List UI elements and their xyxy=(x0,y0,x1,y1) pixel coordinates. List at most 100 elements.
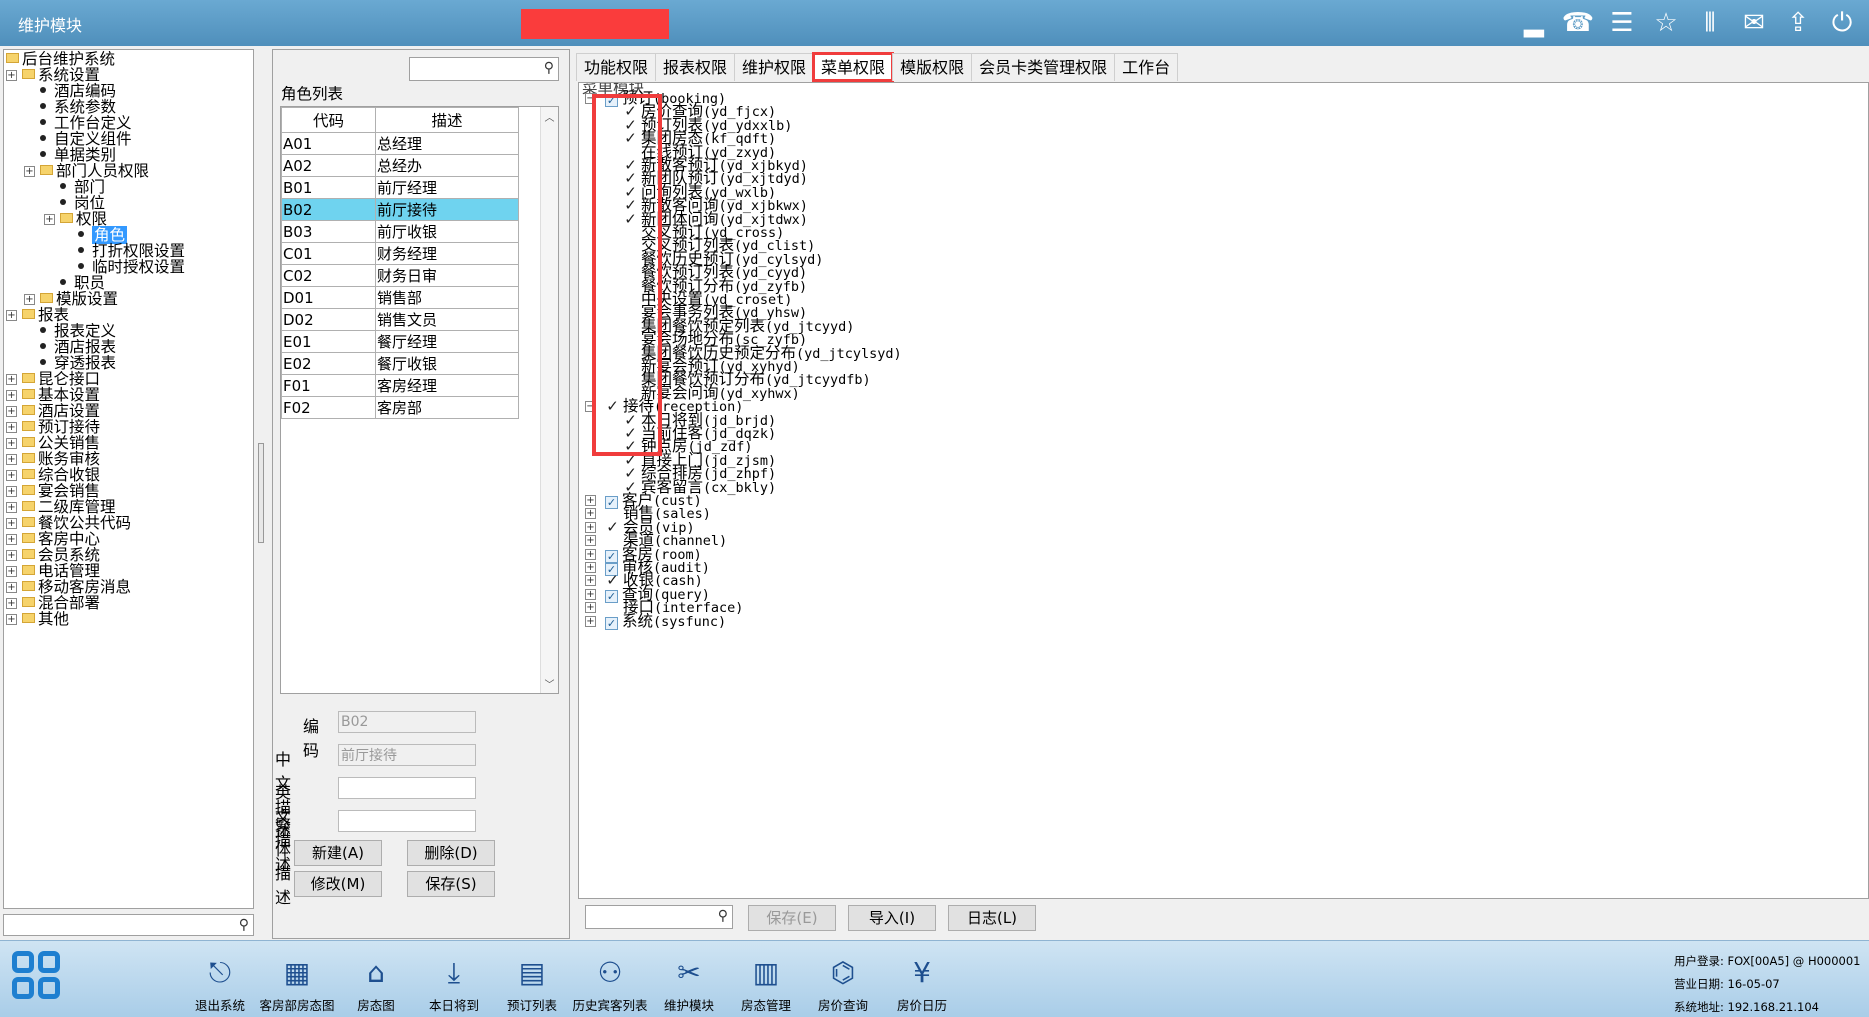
log-button[interactable]: 日志(L) xyxy=(948,905,1036,931)
expand-toggle-icon[interactable]: + xyxy=(585,562,596,573)
cn-desc-field[interactable] xyxy=(338,744,476,766)
taskbar-button[interactable]: ⚇ 历史宾客列表 xyxy=(571,955,649,1014)
tree-item[interactable]: + 餐饮公共代码 xyxy=(6,515,131,531)
tree-item[interactable]: 临时授权设置 xyxy=(78,259,185,275)
tree-item[interactable]: 职员 xyxy=(60,275,105,291)
app-logo[interactable] xyxy=(10,949,66,1009)
expand-toggle-icon[interactable]: + xyxy=(24,166,35,177)
tree-item[interactable]: + 酒店设置 xyxy=(6,403,100,419)
role-desc-cell[interactable]: 总经理 xyxy=(375,132,519,155)
tree-root[interactable]: 后台维护系统 xyxy=(6,51,115,67)
role-code-cell[interactable]: E01 xyxy=(281,330,376,353)
expand-toggle-icon[interactable]: + xyxy=(44,214,55,225)
tree-item[interactable]: + 昆仑接口 xyxy=(6,371,100,387)
tree-item[interactable]: + 报表 xyxy=(6,307,69,323)
tree-item[interactable]: 工作台定义 xyxy=(40,115,132,131)
tree-item[interactable]: + 其他 xyxy=(6,611,69,627)
role-code-cell[interactable]: C02 xyxy=(281,264,376,287)
table-row[interactable]: C01 财务经理 xyxy=(281,242,519,265)
taskbar-button[interactable]: ▦ 客房部房态图 xyxy=(258,955,336,1014)
role-code-cell[interactable]: B03 xyxy=(281,220,376,243)
expand-toggle-icon[interactable]: + xyxy=(585,549,596,560)
table-row[interactable]: B01 前厅经理 xyxy=(281,176,519,199)
tab-4[interactable]: 模版权限 xyxy=(892,53,973,81)
new-button[interactable]: 新建(A) xyxy=(294,840,382,866)
expand-toggle-icon[interactable]: + xyxy=(585,589,596,600)
expand-toggle-icon[interactable]: + xyxy=(6,422,17,433)
tree-save-button[interactable]: 保存(E) xyxy=(748,905,836,931)
role-desc-cell[interactable]: 客房经理 xyxy=(375,374,519,397)
tree-item[interactable]: 报表定义 xyxy=(40,323,116,339)
signal-icon[interactable]: ▂ xyxy=(1517,6,1551,40)
search-icon[interactable]: ⚲ xyxy=(239,917,249,933)
role-desc-cell[interactable]: 前厅收银 xyxy=(375,220,519,243)
grid-scrollbar[interactable]: ︿ ﹀ xyxy=(540,107,558,693)
tree-item[interactable]: + 二级库管理 xyxy=(6,499,116,515)
role-desc-cell[interactable]: 餐厅经理 xyxy=(375,330,519,353)
role-code-cell[interactable]: B02 xyxy=(281,198,376,221)
role-code-cell[interactable]: A01 xyxy=(281,132,376,155)
menu-tree-item[interactable]: + ✓ 系统(sysfunc) xyxy=(585,613,726,630)
tree-item[interactable]: 单据类别 xyxy=(40,147,116,163)
tree-item[interactable]: 打折权限设置 xyxy=(78,243,185,259)
tree-item[interactable]: + 部门人员权限 xyxy=(24,163,149,179)
taskbar-button[interactable]: ▤ 预订列表 xyxy=(493,955,571,1014)
en-desc-field[interactable] xyxy=(338,777,476,799)
nav-tree[interactable]: 后台维护系统 + 系统设置 酒店编码 系统参数 工作台定义 自定义组件 单据类别 + 部门人员权… xyxy=(3,49,254,909)
expand-toggle-icon[interactable]: + xyxy=(6,534,17,545)
role-desc-cell[interactable]: 销售部 xyxy=(375,286,519,309)
table-row[interactable]: E02 餐厅收银 xyxy=(281,352,519,375)
tree-item[interactable]: + 移动客房消息 xyxy=(6,579,131,595)
columns-icon[interactable]: ⦀ xyxy=(1693,6,1727,40)
expand-toggle-icon[interactable]: + xyxy=(6,454,17,465)
role-code-cell[interactable]: D02 xyxy=(281,308,376,331)
role-desc-cell[interactable]: 销售文员 xyxy=(375,308,519,331)
tree-item[interactable]: + 会员系统 xyxy=(6,547,100,563)
taskbar-button[interactable]: ✂ 维护模块 xyxy=(650,955,728,1014)
delete-button[interactable]: 删除(D) xyxy=(407,840,495,866)
mail-icon[interactable]: ✉ xyxy=(1737,6,1771,40)
tree-item[interactable]: + 系统设置 xyxy=(6,67,100,83)
role-code-cell[interactable]: F02 xyxy=(281,396,376,419)
expand-toggle-icon[interactable]: + xyxy=(6,614,17,625)
tree-item[interactable]: + 客房中心 xyxy=(6,531,100,547)
tree-item[interactable]: 酒店报表 xyxy=(40,339,116,355)
import-button[interactable]: 导入(I) xyxy=(848,905,936,931)
expand-toggle-icon[interactable]: + xyxy=(585,522,596,533)
expand-toggle-icon[interactable]: + xyxy=(6,502,17,513)
role-desc-cell[interactable]: 总经办 xyxy=(375,154,519,177)
role-desc-cell[interactable]: 财务经理 xyxy=(375,242,519,265)
expand-toggle-icon[interactable]: + xyxy=(6,598,17,609)
tab-2[interactable]: 维护权限 xyxy=(734,53,815,81)
expand-toggle-icon[interactable]: + xyxy=(585,535,596,546)
menu-icon[interactable]: ☰ xyxy=(1605,6,1639,40)
checkmark-icon[interactable]: ✓ xyxy=(605,573,620,588)
modify-button[interactable]: 修改(M) xyxy=(294,871,382,897)
code-field[interactable] xyxy=(338,711,476,733)
role-desc-cell[interactable]: 前厅经理 xyxy=(375,176,519,199)
tree-item[interactable]: + 基本设置 xyxy=(6,387,100,403)
menu-tree-item[interactable]: + ✓ 收银(cash) xyxy=(585,572,703,589)
tw-desc-field[interactable] xyxy=(338,810,476,832)
phone-icon[interactable]: ☎ xyxy=(1561,6,1595,40)
tree-item[interactable]: + 混合部署 xyxy=(6,595,100,611)
tab-6[interactable]: 工作台 xyxy=(1114,53,1179,81)
nav-search-input[interactable]: ⚲ xyxy=(3,914,254,936)
expand-toggle-icon[interactable]: + xyxy=(6,70,17,81)
table-row[interactable]: D02 销售文员 xyxy=(281,308,519,331)
table-row[interactable]: E01 餐厅经理 xyxy=(281,330,519,353)
tree-item[interactable]: 角色 xyxy=(78,226,128,244)
taskbar-button[interactable]: ¥ 房价日历 xyxy=(883,955,961,1014)
tree-item[interactable]: + 宴会销售 xyxy=(6,483,100,499)
role-code-cell[interactable]: D01 xyxy=(281,286,376,309)
taskbar-button[interactable]: ⎋ 退出系统 xyxy=(181,955,259,1014)
table-row[interactable]: F01 客房经理 xyxy=(281,374,519,397)
tree-item[interactable]: + 电话管理 xyxy=(6,563,100,579)
role-desc-cell[interactable]: 财务日审 xyxy=(375,264,519,287)
col-header-code[interactable]: 代码 xyxy=(281,107,376,133)
tree-item[interactable]: 酒店编码 xyxy=(40,83,116,99)
expand-toggle-icon[interactable]: + xyxy=(6,374,17,385)
table-row[interactable]: F02 客房部 xyxy=(281,396,519,419)
role-grid[interactable]: 代码 描述 A01 总经理 A02 总经办 B01 前厅经理 B02 前厅接待 B03 前厅收银 C… xyxy=(280,106,559,694)
search-icon[interactable]: ⚲ xyxy=(544,60,554,76)
